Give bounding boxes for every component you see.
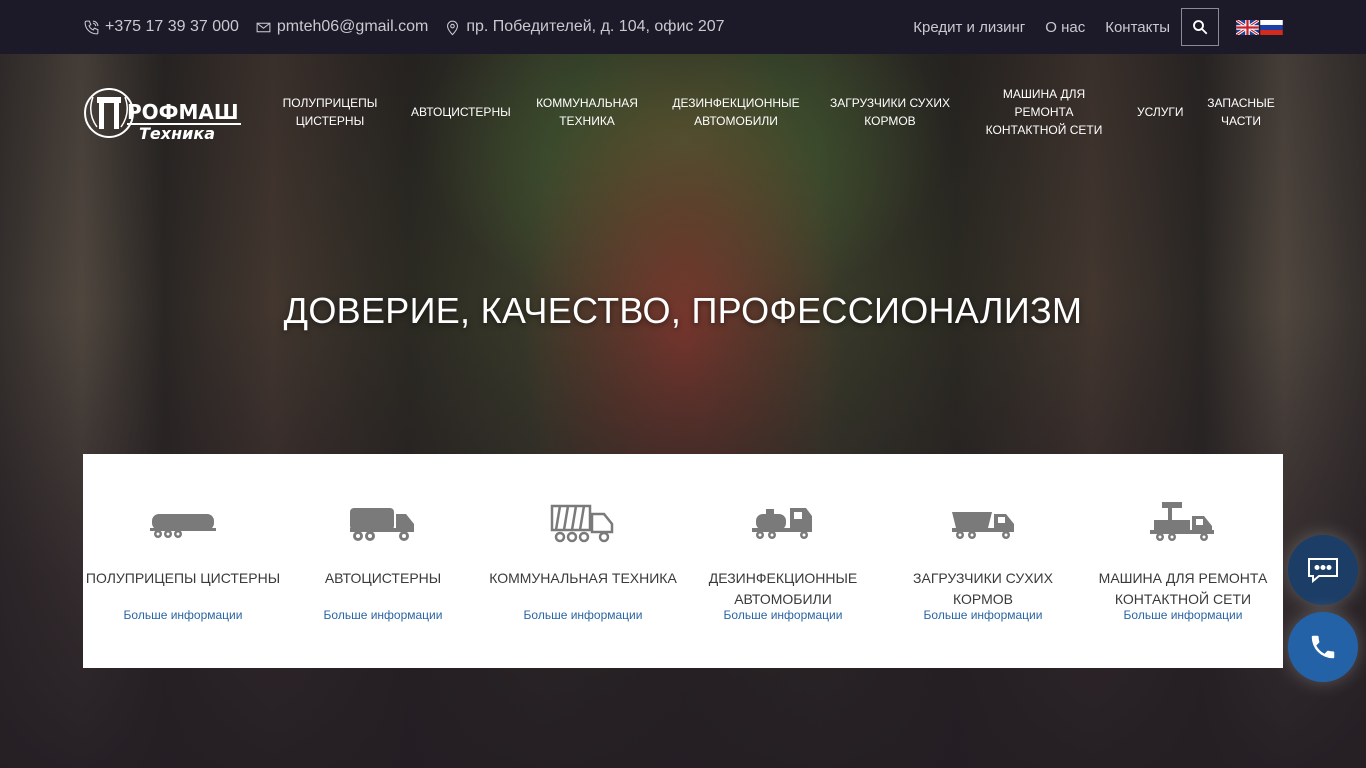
language-switcher xyxy=(1235,19,1283,35)
category-title: ЗАГРУЗЧИКИ СУХИХ КОРМОВ xyxy=(913,570,1053,607)
category-card-municipal-vehicles[interactable]: КОММУНАЛЬНАЯ ТЕХНИКА Больше информации xyxy=(483,500,683,668)
category-card-semi-trailer-tanks[interactable]: ПОЛУПРИЦЕПЫ ЦИСТЕРНЫ Больше информации xyxy=(83,500,283,668)
top-bar: +375 17 39 37 000 pmteh06@gmail.com пр. … xyxy=(0,0,1366,54)
nav-item-contact-network-repair[interactable]: МАШИНА ДЛЯ РЕМОНТА КОНТАКТНОЙ СЕТИ xyxy=(963,85,1125,139)
more-info-link[interactable]: Больше информации xyxy=(683,608,883,622)
more-info-link[interactable]: Больше информации xyxy=(83,608,283,622)
category-title: КОММУНАЛЬНАЯ ТЕХНИКА xyxy=(489,570,677,586)
nav-item-services[interactable]: УСЛУГИ xyxy=(1125,103,1193,121)
more-info-link[interactable]: Больше информации xyxy=(483,608,683,622)
phone-icon xyxy=(1311,635,1335,659)
uk-flag-icon[interactable] xyxy=(1236,19,1259,35)
address-contact: пр. Победителей, д. 104, офис 207 xyxy=(444,18,725,36)
svg-text:РОФМАШ: РОФМАШ xyxy=(127,100,239,124)
phone-number: +375 17 39 37 000 xyxy=(105,18,239,35)
chat-bubble-icon xyxy=(1308,558,1338,584)
search-icon xyxy=(1193,20,1208,35)
chat-button[interactable] xyxy=(1288,535,1358,605)
link-credit-leasing[interactable]: Кредит и лизинг xyxy=(913,19,1025,36)
email-address: pmteh06@gmail.com xyxy=(276,18,429,35)
nav-item-disinfection-vehicles[interactable]: ДЕЗИНФЕКЦИОННЫЕ АВТОМОБИЛИ xyxy=(655,94,817,130)
garbage-truck-icon xyxy=(550,504,614,543)
more-info-link[interactable]: Больше информации xyxy=(883,608,1083,622)
category-card-tank-trucks[interactable]: АВТОЦИСТЕРНЫ Больше информации xyxy=(283,500,483,668)
link-about[interactable]: О нас xyxy=(1045,19,1085,36)
hero-headline: ДОВЕРИЕ, КАЧЕСТВО, ПРОФЕССИОНАЛИЗМ xyxy=(283,290,1083,331)
main-navigation: РОФМАШ Техника ПОЛУПРИЦЕПЫ ЦИСТЕРНЫ АВТО… xyxy=(83,72,1283,152)
mail-icon xyxy=(256,22,271,32)
semi-trailer-tanker-icon xyxy=(150,514,216,538)
category-card-disinfection-vehicles[interactable]: ДЕЗИНФЕКЦИОННЫЕ АВТОМОБИЛИ Больше информ… xyxy=(683,500,883,668)
nav-item-tank-trucks[interactable]: АВТОЦИСТЕРНЫ xyxy=(399,103,519,121)
repair-platform-truck-icon xyxy=(1150,502,1214,541)
category-card-dry-feed-loaders[interactable]: ЗАГРУЗЧИКИ СУХИХ КОРМОВ Больше информаци… xyxy=(883,500,1083,668)
category-title: ПОЛУПРИЦЕПЫ ЦИСТЕРНЫ xyxy=(85,570,281,586)
call-button[interactable] xyxy=(1288,612,1358,682)
nav-items: ПОЛУПРИЦЕПЫ ЦИСТЕРНЫ АВТОЦИСТЕРНЫ КОММУН… xyxy=(261,85,1289,139)
profmash-logo[interactable]: РОФМАШ Техника xyxy=(83,77,243,147)
nav-item-semi-trailer-tanks[interactable]: ПОЛУПРИЦЕПЫ ЦИСТЕРНЫ xyxy=(261,94,399,130)
more-info-link[interactable]: Больше информации xyxy=(1083,608,1283,622)
category-title: АВТОЦИСТЕРНЫ xyxy=(324,570,442,586)
category-title: МАШИНА ДЛЯ РЕМОНТА КОНТАКТНОЙ СЕТИ xyxy=(1098,570,1268,607)
email-contact[interactable]: pmteh06@gmail.com xyxy=(255,18,428,36)
phone-contact[interactable]: +375 17 39 37 000 xyxy=(83,18,239,36)
russia-flag-icon[interactable] xyxy=(1260,19,1283,35)
phone-icon xyxy=(84,20,99,34)
category-cards: ПОЛУПРИЦЕПЫ ЦИСТЕРНЫ Больше информации А… xyxy=(83,454,1283,668)
location-pin-icon xyxy=(447,20,459,35)
nav-item-spare-parts[interactable]: ЗАПАСНЫЕ ЧАСТИ xyxy=(1193,94,1289,130)
tanker-truck-icon xyxy=(350,508,414,541)
link-contacts[interactable]: Контакты xyxy=(1105,19,1170,36)
nav-item-dry-feed-loaders[interactable]: ЗАГРУЗЧИКИ СУХИХ КОРМОВ xyxy=(817,94,963,130)
category-title: ДЕЗИНФЕКЦИОННЫЕ АВТОМОБИЛИ xyxy=(708,570,858,607)
office-address: пр. Победителей, д. 104, офис 207 xyxy=(466,18,725,35)
svg-text:Техника: Техника xyxy=(139,124,215,143)
nav-item-municipal-vehicles[interactable]: КОММУНАЛЬНАЯ ТЕХНИКА xyxy=(519,94,655,130)
search-button[interactable] xyxy=(1181,8,1219,46)
disinfection-truck-icon xyxy=(752,508,812,539)
feed-loader-truck-icon xyxy=(952,512,1014,539)
more-info-link[interactable]: Больше информации xyxy=(283,608,483,622)
category-card-contact-network-repair[interactable]: МАШИНА ДЛЯ РЕМОНТА КОНТАКТНОЙ СЕТИ Больш… xyxy=(1083,500,1283,668)
